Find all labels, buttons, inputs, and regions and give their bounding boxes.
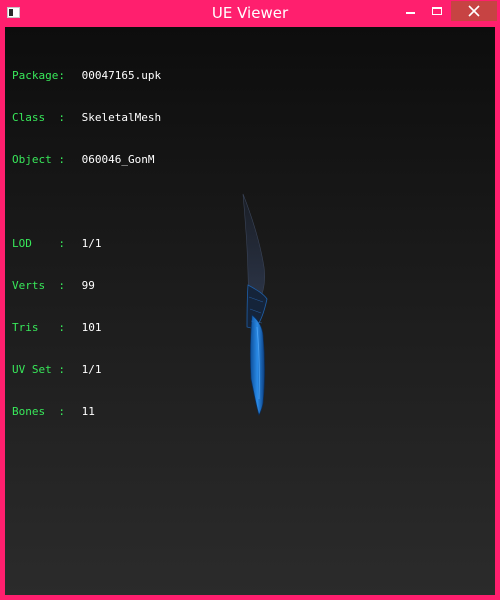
minimize-icon	[406, 12, 415, 14]
close-button[interactable]	[451, 1, 497, 21]
title-bar[interactable]: UE Viewer	[0, 0, 500, 27]
app-icon-half	[9, 9, 13, 16]
app-icon[interactable]	[7, 7, 20, 18]
app-window: UE Viewer Package: 00047165.upk Class : …	[0, 0, 500, 600]
minimize-button[interactable]	[398, 0, 424, 22]
close-icon	[468, 5, 480, 17]
3d-viewport[interactable]: Package: 00047165.upk Class : SkeletalMe…	[5, 27, 495, 595]
skeletal-mesh-render	[242, 193, 268, 416]
maximize-icon	[432, 7, 442, 15]
maximize-button[interactable]	[424, 0, 450, 22]
